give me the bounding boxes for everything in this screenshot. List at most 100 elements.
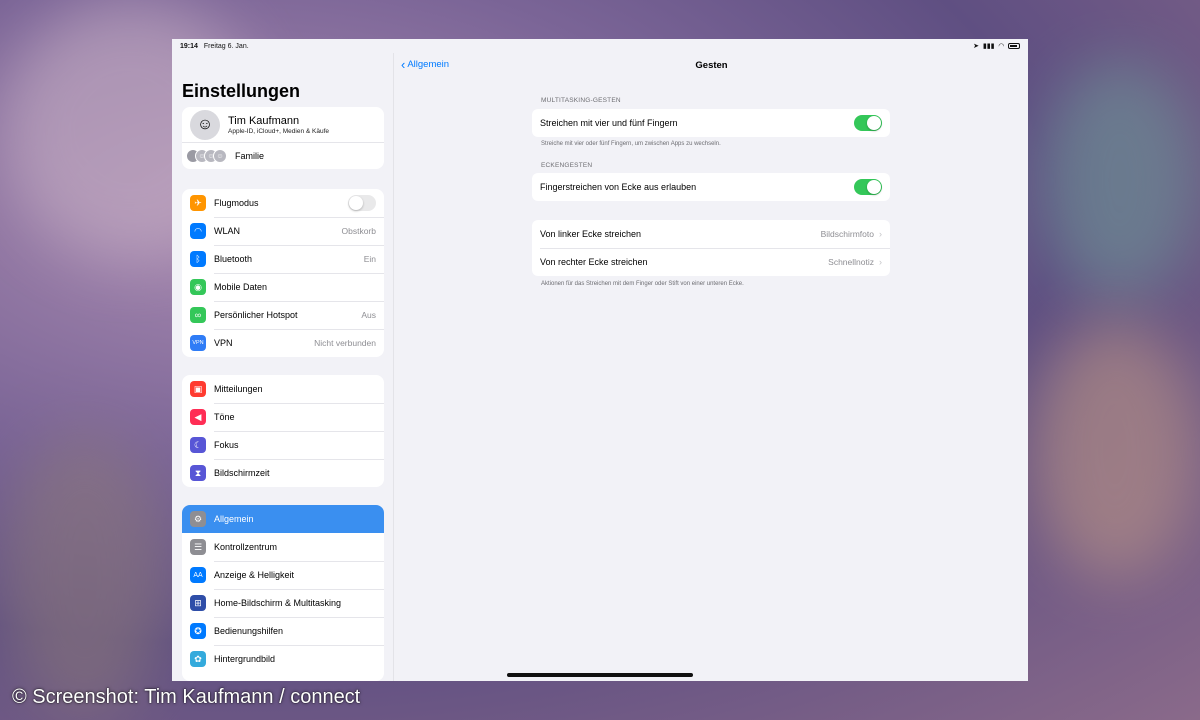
sidebar-item-label: Mitteilungen bbox=[214, 384, 263, 394]
sidebar-item-label: Töne bbox=[214, 412, 235, 422]
sidebar-item-value: Ein bbox=[363, 254, 376, 264]
family-avatar: ☺ bbox=[213, 149, 227, 163]
profile-subtitle: Apple-ID, iCloud+, Medien & Käufe bbox=[228, 127, 329, 135]
sidebar-item-label: WLAN bbox=[214, 226, 241, 236]
row-value: Bildschirmfoto bbox=[820, 229, 874, 239]
sidebar-item-label: Kontrollzentrum bbox=[214, 542, 278, 552]
airplane-icon: ✈ bbox=[190, 195, 206, 211]
sidebar-item-label: Hintergrundbild bbox=[214, 654, 276, 664]
text-size-icon: AA bbox=[190, 567, 206, 583]
family-avatars: ☺ ☺ ☺ bbox=[186, 149, 227, 163]
page-title: Gesten bbox=[695, 60, 728, 71]
sidebar-title: Einstellungen bbox=[182, 81, 301, 101]
sidebar-item-anzeige[interactable]: AA Anzeige & Helligkeit bbox=[182, 561, 384, 589]
sidebar-item-mobile-daten[interactable]: ◉ Mobile Daten bbox=[182, 273, 384, 301]
sidebar-item-value: Nicht verbunden bbox=[314, 338, 376, 348]
four-five-fingers-toggle[interactable] bbox=[854, 115, 882, 131]
antenna-icon: ◉ bbox=[190, 279, 206, 295]
profile-card[interactable]: ☺ Tim Kaufmann Apple-ID, iCloud+, Medien… bbox=[182, 107, 384, 169]
row-four-five-fingers[interactable]: Streichen mit vier und fünf Fingern bbox=[532, 109, 890, 137]
sidebar-group-general: ⚙ Allgemein ☰ Kontrollzentrum AA Anzeige… bbox=[182, 505, 384, 681]
copyright-watermark: © Screenshot: Tim Kaufmann / connect bbox=[12, 686, 361, 708]
bluetooth-icon: ᛒ bbox=[190, 251, 206, 267]
flower-icon: ✿ bbox=[190, 651, 206, 667]
section-header-corner: ECKENGESTEN bbox=[541, 162, 593, 169]
sidebar: Einstellungen ☺ Tim Kaufmann Apple-ID, i… bbox=[172, 53, 394, 681]
section-footer-corner-actions: Aktionen für das Streichen mit dem Finge… bbox=[541, 281, 744, 287]
sidebar-item-label: Home-Bildschirm & Multitasking bbox=[214, 598, 342, 608]
sidebar-item-bluetooth[interactable]: ᛒ Bluetooth Ein bbox=[182, 245, 384, 273]
sidebar-item-hotspot[interactable]: ∞ Persönlicher Hotspot Aus bbox=[182, 301, 384, 329]
row-label: Von rechter Ecke streichen bbox=[540, 257, 648, 267]
chevron-right-icon: › bbox=[879, 257, 882, 267]
sidebar-group-network: ✈ Flugmodus ◠ WLAN Obstkorb ᛒ Bluetooth … bbox=[182, 189, 384, 357]
chevron-right-icon: › bbox=[879, 229, 882, 239]
status-bar: 19:14 Freitag 6. Jan. ➤ ▮▮▮ ◠ bbox=[172, 39, 1028, 53]
sidebar-item-label: Bluetooth bbox=[214, 254, 253, 264]
sidebar-item-label: Fokus bbox=[214, 440, 239, 450]
sidebar-item-label: Mobile Daten bbox=[214, 282, 268, 292]
wifi-icon: ◠ bbox=[190, 223, 206, 239]
sidebar-item-label: Anzeige & Helligkeit bbox=[214, 570, 295, 580]
sidebar-item-wlan[interactable]: ◠ WLAN Obstkorb bbox=[182, 217, 384, 245]
detail-pane: ‹ Allgemein Gesten MULTITASKING-GESTEN S… bbox=[395, 53, 1028, 681]
sidebar-item-label: Allgemein bbox=[214, 514, 254, 524]
hourglass-icon: ⧗ bbox=[190, 465, 206, 481]
corner-swipe-toggle[interactable] bbox=[854, 179, 882, 195]
sidebar-item-label: VPN bbox=[214, 338, 233, 348]
sidebar-item-vpn[interactable]: VPN VPN Nicht verbunden bbox=[182, 329, 384, 357]
group-corner: Fingerstreichen von Ecke aus erlauben bbox=[532, 173, 890, 201]
sidebar-item-label: Flugmodus bbox=[214, 198, 259, 208]
location-icon: ➤ bbox=[973, 43, 980, 50]
row-label: Von linker Ecke streichen bbox=[540, 229, 642, 239]
section-footer-multitasking: Streiche mit vier oder fünf Fingern, um … bbox=[541, 141, 721, 147]
sidebar-item-home-bildschirm[interactable]: ⊞ Home-Bildschirm & Multitasking bbox=[182, 589, 384, 617]
accessibility-icon: ✪ bbox=[190, 623, 206, 639]
sidebar-item-bedienungshilfen[interactable]: ✪ Bedienungshilfen bbox=[182, 617, 384, 645]
ipad-screen: 19:14 Freitag 6. Jan. ➤ ▮▮▮ ◠ Einstellun… bbox=[172, 39, 1028, 681]
speaker-icon: ◀ bbox=[190, 409, 206, 425]
sidebar-item-mitteilungen[interactable]: ▣ Mitteilungen bbox=[182, 375, 384, 403]
row-right-corner[interactable]: Von rechter Ecke streichen Schnellnotiz … bbox=[532, 248, 890, 276]
switches-icon: ☰ bbox=[190, 539, 206, 555]
row-value: Schnellnotiz bbox=[828, 257, 874, 267]
sidebar-item-hintergrundbild[interactable]: ✿ Hintergrundbild bbox=[182, 645, 384, 673]
status-time: 19:14 bbox=[180, 42, 198, 50]
sidebar-item-bildschirmzeit[interactable]: ⧗ Bildschirmzeit bbox=[182, 459, 384, 487]
group-multitasking: Streichen mit vier und fünf Fingern bbox=[532, 109, 890, 137]
signal-icon: ▮▮▮ bbox=[983, 43, 995, 50]
wifi-status-icon: ◠ bbox=[998, 43, 1004, 50]
family-row[interactable]: ☺ ☺ ☺ Familie bbox=[182, 143, 384, 169]
sidebar-item-value: Aus bbox=[361, 310, 376, 320]
moon-icon: ☾ bbox=[190, 437, 206, 453]
family-label: Familie bbox=[235, 151, 265, 161]
sidebar-item-label: Persönlicher Hotspot bbox=[214, 310, 298, 320]
airplane-mode-toggle[interactable] bbox=[348, 195, 376, 211]
sidebar-item-flugmodus[interactable]: ✈ Flugmodus bbox=[182, 189, 384, 217]
sidebar-item-value: Obstkorb bbox=[341, 226, 377, 236]
profile-name: Tim Kaufmann bbox=[228, 114, 300, 127]
gear-icon: ⚙ bbox=[190, 511, 206, 527]
group-corner-actions: Von linker Ecke streichen Bildschirmfoto… bbox=[532, 220, 890, 276]
row-corner-swipe[interactable]: Fingerstreichen von Ecke aus erlauben bbox=[532, 173, 890, 201]
sidebar-item-kontrollzentrum[interactable]: ☰ Kontrollzentrum bbox=[182, 533, 384, 561]
grid-icon: ⊞ bbox=[190, 595, 206, 611]
home-indicator[interactable] bbox=[507, 673, 693, 677]
avatar: ☺ bbox=[190, 109, 220, 140]
sidebar-item-allgemein[interactable]: ⚙ Allgemein bbox=[182, 505, 384, 533]
row-left-corner[interactable]: Von linker Ecke streichen Bildschirmfoto… bbox=[532, 220, 890, 248]
sidebar-item-fokus[interactable]: ☾ Fokus bbox=[182, 431, 384, 459]
sidebar-item-label: Bildschirmzeit bbox=[214, 468, 270, 478]
sidebar-group-notifications: ▣ Mitteilungen ◀ Töne ☾ Fokus ⧗ Bildschi… bbox=[182, 375, 384, 487]
section-header-multitasking: MULTITASKING-GESTEN bbox=[541, 97, 621, 104]
hotspot-icon: ∞ bbox=[190, 307, 206, 323]
status-date: Freitag 6. Jan. bbox=[203, 42, 249, 50]
status-icons: ➤ ▮▮▮ ◠ bbox=[973, 42, 1020, 50]
battery-icon bbox=[1008, 43, 1020, 49]
sidebar-item-toene[interactable]: ◀ Töne bbox=[182, 403, 384, 431]
row-label: Streichen mit vier und fünf Fingern bbox=[540, 118, 678, 128]
row-label: Fingerstreichen von Ecke aus erlauben bbox=[540, 182, 697, 192]
profile-row[interactable]: ☺ Tim Kaufmann Apple-ID, iCloud+, Medien… bbox=[182, 107, 384, 143]
vpn-icon: VPN bbox=[190, 335, 206, 351]
bell-icon: ▣ bbox=[190, 381, 206, 397]
